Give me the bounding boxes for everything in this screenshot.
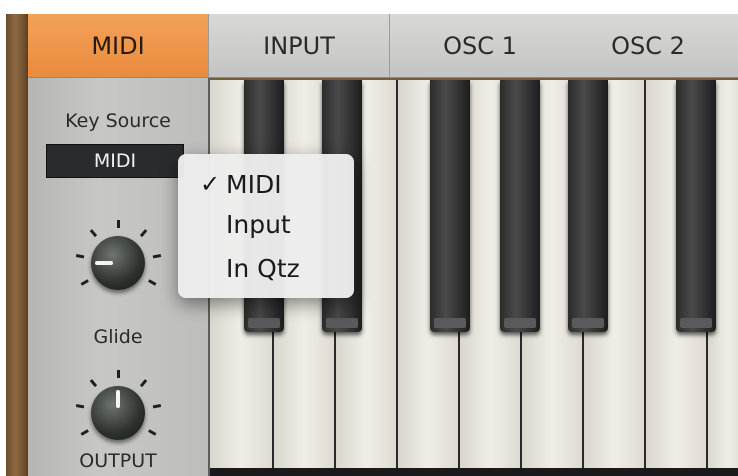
knob-tick [89,229,98,238]
tab-osc2[interactable]: OSC 2 [558,14,738,77]
knob-tick [152,254,162,259]
black-key[interactable] [430,80,470,332]
wood-side-panel [6,14,28,476]
knob-tick [75,254,85,259]
knob-tick [117,370,120,378]
black-key[interactable] [500,80,540,332]
knob-tick [117,220,120,228]
knob-tick [75,404,85,409]
key-source-select[interactable]: MIDI [46,144,184,178]
knob-tick [80,429,89,436]
tab-osc1[interactable]: OSC 1 [390,14,570,77]
black-key[interactable] [568,80,608,332]
knob-tick [148,279,157,286]
knob-indicator [95,261,113,265]
output-label: OUTPUT [79,450,157,472]
knob-tick [139,379,148,388]
menu-item-label: Input [226,209,291,239]
knob-tick [89,379,98,388]
tab-input[interactable]: INPUT [209,14,389,77]
tab-bar: MIDI INPUT OSC 1 OSC 2 [28,14,738,78]
key-source-value: MIDI [93,150,137,172]
tab-osc2-label: OSC 2 [611,31,685,60]
knob-tick [148,429,157,436]
knob-tick [152,404,162,409]
output-knob[interactable] [73,368,163,458]
menu-item-midi[interactable]: ✓ MIDI [178,164,354,204]
key-source-dropdown-menu: ✓ MIDI Input In Qtz [178,154,354,298]
tab-midi[interactable]: MIDI [28,14,208,77]
menu-item-input[interactable]: Input [178,204,354,244]
knob-tick [80,279,89,286]
checkmark-icon: ✓ [200,170,221,198]
plugin-window: MIDI INPUT OSC 1 OSC 2 Key Source MIDI G… [6,14,738,476]
knob-indicator [116,390,120,408]
tab-osc1-label: OSC 1 [443,31,517,60]
glide-knob[interactable] [73,218,163,308]
key-source-label: Key Source [65,110,171,132]
tab-midi-label: MIDI [91,31,145,60]
tab-input-label: INPUT [263,31,335,60]
glide-label: Glide [93,326,143,348]
black-key[interactable] [676,80,716,332]
menu-item-label: MIDI [226,169,282,199]
menu-item-in-qtz[interactable]: In Qtz [178,248,354,288]
menu-item-label: In Qtz [226,253,300,283]
knob-tick [139,229,148,238]
